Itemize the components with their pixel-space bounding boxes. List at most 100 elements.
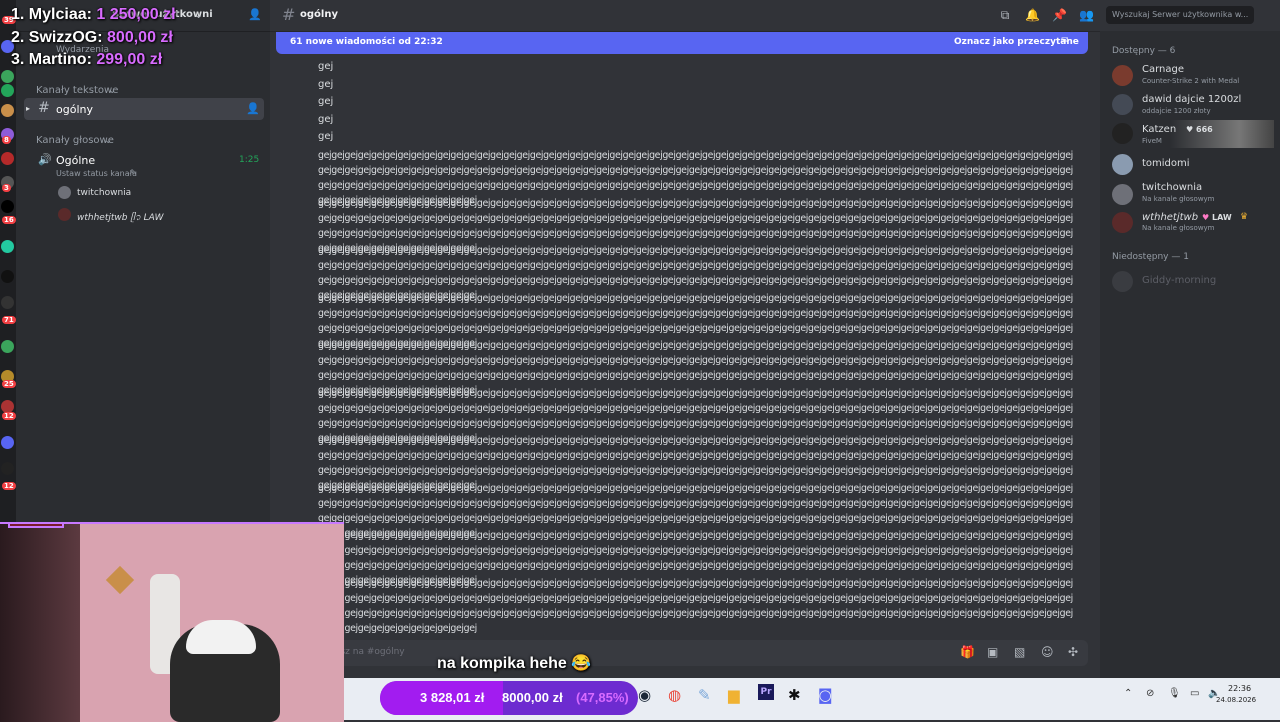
avatar[interactable] (1112, 212, 1133, 233)
app-icon[interactable]: ✱ (788, 686, 801, 704)
channel-ogolny[interactable]: # ogólny 👤 (24, 98, 264, 120)
server-icon[interactable] (1, 296, 14, 309)
mark-read-icon: ✉ (1061, 36, 1069, 46)
bell-icon[interactable]: 🔔 (1025, 8, 1040, 22)
hash-icon: # (282, 5, 296, 24)
discord-icon[interactable]: ◙ (818, 686, 833, 704)
heart-icon: ♥ (1186, 125, 1194, 134)
server-icon[interactable] (1, 84, 14, 97)
category-voice[interactable]: Kanały głosowe (36, 135, 114, 146)
member-name[interactable]: wthhetjtwb (1142, 212, 1198, 223)
server-icon[interactable] (1, 270, 14, 283)
unread-badge: 3 (2, 184, 11, 192)
sticker-icon[interactable]: ▧ (1014, 645, 1025, 659)
cam-logo (8, 524, 64, 528)
voice-status[interactable]: Ustaw status kanału (56, 169, 137, 178)
member-name[interactable]: dawid dajcie 1200zl (1142, 94, 1241, 105)
webcam-feed: XD (0, 522, 344, 722)
member-tag: 666 (1196, 125, 1213, 134)
mic-icon[interactable]: 🎙 (1168, 688, 1181, 699)
donor-name: SwizzOG: (28, 29, 103, 46)
member-status: Na kanale głosowym (1142, 195, 1215, 203)
unread-badge: 12 (2, 412, 16, 420)
member-list: Dostępny — 6 Carnage Counter-Strike 2 wi… (1100, 31, 1280, 720)
voice-user[interactable]: wthhetjtwb ᥫ᭡ LAW (77, 210, 164, 227)
display-icon[interactable]: ▭ (1190, 688, 1199, 699)
emoji-icon[interactable]: ☺ (1041, 645, 1054, 659)
members-icon[interactable]: 👥 (1079, 8, 1094, 22)
folder-icon[interactable]: ▆ (728, 686, 740, 704)
member-name[interactable]: Giddy-morning (1142, 275, 1216, 286)
premiere-icon[interactable]: Pr (758, 684, 774, 700)
voice-timer: 1:25 (239, 155, 260, 165)
stream-caption: na kompika hehe 😂 (437, 655, 592, 672)
chevron-down-icon[interactable]: ⌄ (194, 8, 203, 21)
search-input[interactable]: Wyszukaj Serwer użytkownika w... (1112, 10, 1248, 19)
member-status: oddajcie 1200 złoty (1142, 107, 1211, 115)
clock-date[interactable]: 24.08.2026 (1216, 696, 1256, 704)
goal-target: 8000,00 zł (502, 690, 563, 705)
online-header: Dostępny — 6 (1112, 46, 1176, 56)
donor-amount: 299,00 zł (96, 51, 163, 68)
server-icon[interactable] (1, 200, 14, 213)
message-list: gej gej gej gej gej gejgejgejgejgejgejge… (270, 56, 1100, 634)
donor-rank: 1. (11, 6, 25, 23)
goal-percent: (47,85%) (576, 690, 629, 705)
chevron-down-icon: ⌄ (108, 85, 117, 96)
chat-header: # ogólny ⧉ 🔔 📌 👥 (270, 0, 1100, 32)
avatar[interactable] (1112, 94, 1133, 115)
caret-right-icon: ▸ (26, 104, 31, 113)
server-icon[interactable] (1, 436, 14, 449)
server-icon[interactable] (1, 340, 14, 353)
unread-text: 61 nowe wiadomości od 22:32 (290, 37, 443, 47)
pin-icon[interactable]: 📌 (1052, 8, 1067, 22)
unread-banner[interactable]: 61 nowe wiadomości od 22:32 Oznacz jako … (276, 32, 1088, 54)
member-name[interactable]: tomidomi (1142, 158, 1190, 169)
avatar (58, 186, 71, 199)
message: gej (318, 79, 334, 90)
clock-time[interactable]: 22:36 (1228, 684, 1251, 693)
invite-icon[interactable]: 👤 (246, 102, 260, 115)
donation-goal-bar: 3 828,01 zł 8000,00 zł (47,85%) (380, 681, 638, 715)
gif-icon[interactable]: ▣ (987, 645, 998, 659)
invite-icon[interactable]: 👤 (248, 8, 262, 21)
goal-current: 3 828,01 zł (420, 690, 485, 705)
offline-header: Niedostępny — 1 (1112, 252, 1189, 262)
server-icon[interactable] (1, 240, 14, 253)
donor-rank: 2. (11, 29, 25, 46)
member-name[interactable]: Katzen (1142, 124, 1176, 135)
member-name[interactable]: twitchownia (1142, 182, 1202, 193)
threads-icon[interactable]: ⧉ (998, 8, 1012, 22)
server-icon[interactable] (1, 104, 14, 117)
avatar[interactable] (1112, 154, 1133, 175)
member-status: Counter-Strike 2 with Medal (1142, 77, 1240, 85)
pencil-icon[interactable]: ✎ (130, 168, 137, 177)
voice-user[interactable]: twitchownia (77, 188, 131, 198)
cap-front (186, 620, 256, 654)
wall-decoration (105, 565, 135, 595)
server-icon[interactable] (1, 70, 14, 83)
steam-icon[interactable]: ◉ (638, 686, 651, 704)
tray-icon[interactable]: ⊘ (1146, 688, 1154, 699)
apps-icon[interactable]: ✣ (1068, 645, 1078, 659)
message-input[interactable]: Napisz na #ogólny 🎁 ▣ ▧ ☺ ✣ (296, 640, 1088, 666)
channel-title: ogólny (300, 9, 338, 20)
chrome-icon[interactable]: ◍ (668, 686, 681, 704)
heart-icon: ♥ (1202, 213, 1210, 222)
chevron-up-icon[interactable]: ⌃ (1124, 688, 1132, 699)
avatar[interactable] (1112, 271, 1133, 292)
member-name[interactable]: Carnage (1142, 64, 1184, 75)
spam-message: gejgejgejgejgejgejgejgejgejgejgejgejgejg… (318, 578, 1073, 634)
search-box[interactable]: Wyszukaj Serwer użytkownika w... (1106, 6, 1254, 24)
category-text[interactable]: Kanały tekstowe (36, 85, 118, 96)
unread-badge: 16 (2, 216, 16, 224)
server-icon[interactable] (1, 152, 14, 165)
avatar[interactable] (1112, 65, 1133, 86)
server-icon[interactable] (1, 462, 14, 475)
donor-rank: 3. (11, 51, 25, 68)
app-icon[interactable]: ✎ (698, 686, 711, 704)
member-status: Na kanale głosowym (1142, 224, 1215, 232)
hash-icon: # (38, 100, 50, 116)
avatar[interactable] (1112, 184, 1133, 205)
gift-icon[interactable]: 🎁 (960, 645, 975, 659)
